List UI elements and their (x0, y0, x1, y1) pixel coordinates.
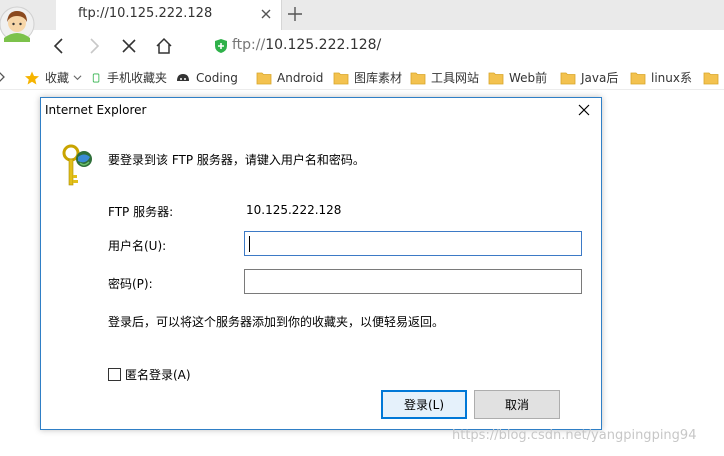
bookmark-folder[interactable]: 工具网站 (410, 69, 479, 86)
chevron-right-icon[interactable] (0, 71, 6, 83)
url-protocol: ftp:// (232, 37, 266, 53)
watermark: https://blog.csdn.net/yangpingping94 (452, 428, 697, 443)
shield-icon (215, 39, 227, 53)
screen: ftp:// 10.125.222.128 ftp://10.125.222.12… (0, 0, 724, 456)
bookmark-label: 手机收藏夹 (107, 71, 168, 85)
phone-icon (92, 73, 100, 82)
login-message: 要登录到该 FTP 服务器，请键入用户名和密码。 (108, 153, 365, 167)
bookmark-label: Web前 (509, 71, 548, 85)
server-label: FTP 服务器: (108, 205, 174, 219)
bookmark-label: Coding (196, 70, 238, 85)
bookmark-label: Android (277, 70, 324, 85)
username-field[interactable] (244, 231, 582, 256)
close-icon[interactable] (577, 103, 591, 117)
forward-icon[interactable] (85, 37, 103, 55)
bookmark-favorites[interactable]: 收藏 (24, 69, 82, 86)
bookmark-folder[interactable]: 图库素材 (333, 69, 402, 86)
password-label: 密码(P): (108, 277, 153, 291)
folder-icon (560, 72, 576, 84)
home-icon[interactable] (155, 37, 173, 55)
close-icon[interactable] (259, 7, 273, 21)
bookmark-folder[interactable]: Android (256, 69, 323, 86)
stop-icon[interactable] (120, 37, 138, 55)
tab-strip: ftp://10.125.222.128 (0, 0, 724, 30)
login-note: 登录后，可以将这个服务器添加到你的收藏夹，以便轻易返回。 (108, 315, 445, 329)
keys-icon (62, 144, 92, 186)
bookmark-label: 工具网站 (431, 71, 480, 85)
folder-icon (410, 72, 426, 84)
bookmark-folder[interactable]: Java后 (560, 69, 618, 86)
dialog-title: Internet Explorer (45, 103, 147, 117)
folder-icon (333, 72, 349, 84)
avatar[interactable] (0, 2, 38, 46)
folder-icon (488, 72, 504, 84)
server-value: 10.125.222.128 (246, 203, 342, 217)
bookmark-folder[interactable]: linux系 (630, 69, 692, 86)
folder-icon (703, 72, 719, 84)
bookmarks-bar: 收藏 手机收藏夹 Coding Android 图库素材 工具网站 Web前 J… (0, 64, 724, 90)
chevron-down-icon (73, 75, 82, 81)
password-field[interactable] (244, 269, 582, 294)
bookmark-mobile[interactable]: 手机收藏夹 (92, 69, 167, 86)
bookmark-label: 图库素材 (354, 71, 403, 85)
anonymous-login-label: 匿名登录(A) (125, 368, 191, 382)
bookmark-folder[interactable]: Web前 (488, 69, 547, 86)
folder-icon (256, 72, 272, 84)
url-host: 10.125.222.128/ (265, 37, 382, 53)
tab-title: ftp://10.125.222.128 (78, 6, 213, 21)
login-button[interactable]: 登录(L) (381, 390, 467, 419)
anonymous-login-checkbox[interactable]: 匿名登录(A) (108, 366, 191, 383)
tab-current[interactable]: ftp://10.125.222.128 (56, 0, 282, 30)
coding-icon (177, 73, 189, 81)
bookmark-label: 收藏 (45, 71, 70, 85)
bookmark-label: linux系 (651, 71, 692, 85)
login-dialog: Internet Explorer 要登录到该 FTP 服务器，请键入用户名和密… (40, 97, 602, 430)
text-caret (249, 236, 250, 252)
bookmark-folder[interactable] (703, 69, 724, 86)
folder-icon (630, 72, 646, 84)
navigation-bar: ftp://10.125.222.128/ (0, 30, 724, 62)
bookmark-coding[interactable]: Coding (175, 69, 238, 86)
url-text: ftp://10.125.222.128/ (232, 37, 381, 53)
new-tab-icon[interactable] (286, 5, 304, 23)
cancel-button[interactable]: 取消 (474, 390, 560, 419)
star-icon (25, 71, 39, 84)
checkbox-box[interactable] (108, 368, 121, 381)
bookmark-label: Java后 (581, 71, 619, 85)
back-icon[interactable] (50, 37, 68, 55)
username-label: 用户名(U): (108, 239, 167, 253)
